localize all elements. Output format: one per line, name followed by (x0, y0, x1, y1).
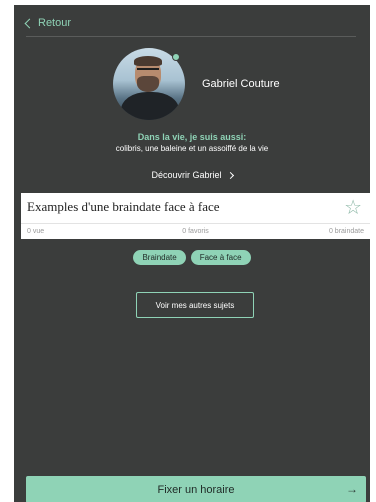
chevron-left-icon (24, 18, 35, 29)
other-topics-button[interactable]: Voir mes autres sujets (136, 292, 254, 318)
topic-card[interactable]: Examples d'une braindate face à face ☆ 0… (21, 193, 370, 239)
avatar-glasses (137, 68, 159, 74)
avatar-hair (134, 56, 162, 66)
tag-face-a-face[interactable]: Face à face (190, 250, 251, 265)
star-icon[interactable]: ☆ (344, 198, 362, 218)
arrow-right-icon: → (346, 482, 358, 496)
profile-screen: Retour Gabriel Couture Dans la vie, je s… (14, 5, 370, 502)
bio-title: Dans la vie, je suis aussi: (137, 132, 247, 142)
schedule-button[interactable]: Fixer un horaire → (26, 476, 366, 502)
avatar-body (121, 92, 179, 120)
avatar-beard (137, 76, 159, 92)
braindates-count: 0 braindate (328, 228, 364, 235)
back-label: Retour (38, 17, 72, 29)
favorites-count: 0 favoris (182, 228, 209, 235)
user-name: Gabriel Couture (202, 78, 280, 90)
discover-profile-link[interactable]: Découvrir Gabriel (14, 170, 370, 180)
card-divider (21, 223, 370, 224)
chevron-right-icon (226, 171, 234, 179)
bio-text: colibris, une baleine et un assoiffé de … (115, 144, 269, 153)
schedule-label: Fixer un horaire (157, 483, 235, 496)
topic-title: Examples d'une braindate face à face (27, 199, 220, 214)
header-divider (26, 36, 356, 37)
tag-braindate[interactable]: Braindate (133, 250, 186, 265)
discover-label: Découvrir Gabriel (151, 170, 222, 180)
topic-tags: Braindate Face à face (14, 250, 370, 265)
online-status-dot (172, 53, 180, 61)
back-button[interactable]: Retour (24, 17, 72, 29)
